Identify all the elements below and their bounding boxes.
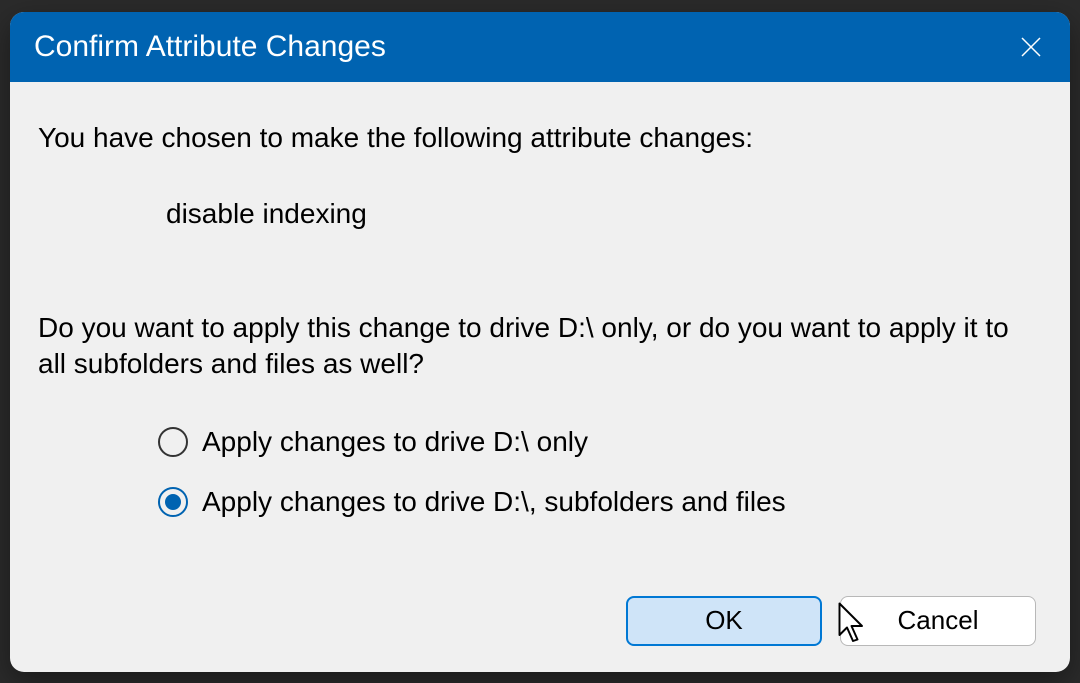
titlebar: Confirm Attribute Changes (10, 12, 1070, 82)
attribute-change-item: disable indexing (166, 198, 1042, 230)
radio-icon-unselected (158, 427, 188, 457)
radio-icon-selected (158, 487, 188, 517)
confirm-attribute-changes-dialog: Confirm Attribute Changes You have chose… (10, 12, 1070, 672)
prompt-apply-scope: Do you want to apply this change to driv… (38, 310, 1042, 383)
prompt-chosen-changes: You have chosen to make the following at… (38, 122, 1042, 154)
radio-apply-subfolders[interactable]: Apply changes to drive D:\, subfolders a… (158, 486, 1042, 518)
close-button[interactable] (992, 12, 1070, 82)
radio-label-drive-only: Apply changes to drive D:\ only (202, 426, 588, 458)
dialog-button-row: OK Cancel (38, 596, 1042, 646)
radio-label-subfolders: Apply changes to drive D:\, subfolders a… (202, 486, 786, 518)
close-icon (1019, 35, 1043, 59)
cancel-button[interactable]: Cancel (840, 596, 1036, 646)
ok-button[interactable]: OK (626, 596, 822, 646)
radio-apply-drive-only[interactable]: Apply changes to drive D:\ only (158, 426, 1042, 458)
dialog-title: Confirm Attribute Changes (34, 30, 386, 64)
dialog-content: You have chosen to make the following at… (10, 82, 1070, 672)
